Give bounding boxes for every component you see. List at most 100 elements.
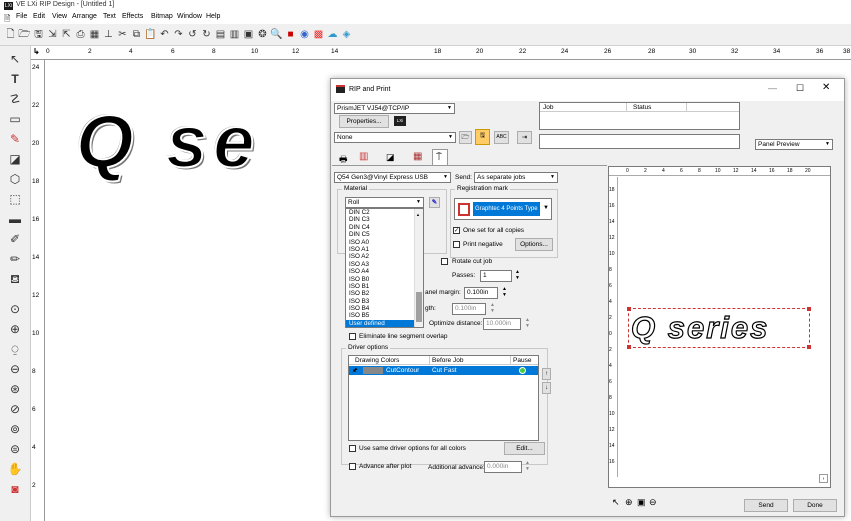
node-edit-icon[interactable]: ☡	[6, 90, 24, 108]
job-header[interactable]: Job	[543, 104, 553, 111]
rip-print-icon[interactable]: ◉	[298, 28, 311, 41]
passes-spin-icon[interactable]: ▲ ▼	[515, 269, 520, 281]
length-spin-icon[interactable]: ▲ ▼	[490, 302, 495, 314]
zoom-page-icon[interactable]: ⍜	[6, 340, 24, 358]
knife-icon[interactable]: ✎	[6, 130, 24, 148]
minimize-icon[interactable]: —	[768, 83, 777, 93]
status-header[interactable]: Status	[633, 104, 651, 111]
save-icon[interactable]: 🖫	[32, 28, 45, 41]
before-job-header[interactable]: Before Job	[432, 357, 463, 364]
pen-icon[interactable]: ✐	[6, 230, 24, 248]
menu-window[interactable]: Window	[177, 13, 202, 20]
material-option[interactable]: DIN C4	[346, 224, 423, 231]
ruler-tool-icon[interactable]: ▬	[6, 210, 24, 228]
export-icon[interactable]: ⇱	[60, 28, 73, 41]
menu-view[interactable]: View	[52, 13, 67, 20]
print-icon[interactable]: ⎙	[74, 28, 87, 41]
zoom-icon[interactable]: 🔍	[270, 28, 283, 41]
menu-bitmap[interactable]: Bitmap	[151, 13, 173, 20]
eliminate-checkbox[interactable]	[349, 333, 356, 340]
text-tool-icon[interactable]: T	[6, 70, 24, 88]
preview-job-box[interactable]: Q series	[627, 307, 811, 349]
properties-button[interactable]: Properties...	[339, 115, 389, 128]
redo2-icon[interactable]: ↻	[200, 28, 213, 41]
send-button[interactable]: Send	[744, 499, 788, 512]
copy-icon[interactable]: ⧉	[130, 28, 143, 41]
pointer-icon[interactable]: ↖	[612, 497, 620, 508]
rotate-cut-checkbox[interactable]	[441, 258, 448, 265]
maximize-icon[interactable]: ☐	[796, 83, 804, 94]
move-down-icon[interactable]: ↓	[542, 382, 551, 394]
done-button[interactable]: Done	[793, 499, 837, 512]
hand-icon[interactable]: ✋	[6, 460, 24, 478]
driver-colors-table[interactable]: Drawing Colors Before Job Pause 🖈 CutCon…	[348, 355, 539, 441]
open-setup-icon[interactable]: 🗁	[459, 131, 472, 144]
shape-icon[interactable]: ◪	[6, 150, 24, 168]
material-option[interactable]: DIN C3	[346, 216, 423, 223]
tab-color-icon[interactable]: ◪	[386, 152, 395, 163]
pencil-icon[interactable]: ✏	[6, 250, 24, 268]
zoom-out-icon[interactable]: ⊖	[6, 360, 24, 378]
scroll-thumb[interactable]	[416, 292, 422, 322]
material-select[interactable]: Roll ▼	[345, 197, 424, 208]
advance-checkbox[interactable]	[349, 463, 356, 470]
new-icon[interactable]: 🗋	[4, 28, 17, 41]
rectangle-icon[interactable]: ▭	[6, 110, 24, 128]
registration-select[interactable]: Graphtec 4 Points Type ▼	[454, 198, 552, 220]
menu-help[interactable]: Help	[206, 13, 220, 20]
material-option[interactable]: ISO B2	[346, 290, 423, 297]
menu-arrange[interactable]: Arrange	[72, 13, 97, 20]
color-tool-icon[interactable]: ◙	[6, 480, 24, 498]
optimize-input[interactable]: 10.000in	[483, 318, 521, 330]
spellcheck-icon[interactable]: ABC	[494, 131, 509, 144]
tab-rip-icon[interactable]: ▦	[413, 151, 422, 162]
color-palette-icon[interactable]: ■	[284, 28, 297, 41]
material-option[interactable]: ISO B1	[346, 283, 423, 290]
scissors-icon[interactable]: ✂	[116, 28, 129, 41]
import-icon[interactable]: ⇲	[46, 28, 59, 41]
preview-mode-select[interactable]: Panel Preview ▼	[755, 139, 833, 150]
material-dropdown-list[interactable]: DIN C2 DIN C3 DIN C4 DIN C5 ISO A0 ISO A…	[345, 208, 424, 328]
pause-header[interactable]: Pause	[513, 357, 531, 364]
material-option[interactable]: ISO B4	[346, 305, 423, 312]
material-edit-icon[interactable]: ✎	[429, 197, 440, 208]
material-option[interactable]: ISO A3	[346, 261, 423, 268]
export-setup-icon[interactable]: ⇥	[517, 131, 532, 144]
zoom-region-icon[interactable]: ⊙	[6, 300, 24, 318]
object-icon[interactable]: ▣	[242, 28, 255, 41]
eye-icon[interactable]: ◈	[340, 28, 353, 41]
frame-icon[interactable]: ⬚	[6, 190, 24, 208]
cloud-icon[interactable]: ☁	[326, 28, 339, 41]
passes-input[interactable]: 1	[480, 270, 512, 282]
drawing-colors-header[interactable]: Drawing Colors	[355, 357, 399, 364]
fit-preview-icon[interactable]: ▣	[637, 497, 646, 508]
optimize-spin-icon[interactable]: ▲ ▼	[525, 317, 530, 329]
options-button[interactable]: Options...	[515, 238, 553, 251]
material-option[interactable]: ISO A4	[346, 268, 423, 275]
lxi-badge-icon[interactable]: LXi	[394, 116, 406, 126]
cutter-select[interactable]: Q54 Gen3@Vinyl Express USB ▼	[334, 172, 451, 183]
panel-margin-spin-icon[interactable]: ▲ ▼	[502, 286, 507, 298]
print-negative-checkbox[interactable]	[453, 241, 460, 248]
close-icon[interactable]: ✕	[822, 82, 830, 93]
preview-scroll-icon[interactable]: ›	[819, 474, 828, 483]
cut-plot-icon[interactable]: ⊥	[102, 28, 115, 41]
driver-color-row[interactable]: 🖈 CutContour Cut Fast	[349, 366, 538, 375]
material-option[interactable]: ISO B5	[346, 312, 423, 319]
material-option[interactable]: DIN C5	[346, 231, 423, 238]
polygon-icon[interactable]: ⬡	[6, 170, 24, 188]
job-table[interactable]: Job Status	[539, 102, 740, 130]
dropdown-scrollbar[interactable]: ▲	[414, 209, 423, 327]
menu-file[interactable]: File	[16, 13, 27, 20]
select-icon[interactable]: ↖	[6, 50, 24, 68]
zoom-out-preview-icon[interactable]: ⊖	[649, 497, 657, 508]
undo2-icon[interactable]: ↺	[186, 28, 199, 41]
undo-icon[interactable]: ↶	[158, 28, 171, 41]
zoom-fit-icon[interactable]: ⊜	[6, 440, 24, 458]
menu-effects[interactable]: Effects	[122, 13, 143, 20]
canvas-text-object[interactable]: Q se	[75, 99, 260, 184]
menu-edit[interactable]: Edit	[33, 13, 45, 20]
move-up-icon[interactable]: ↑	[542, 368, 551, 380]
material-option-selected[interactable]: User defined	[346, 319, 423, 327]
qr-icon[interactable]: ▩	[312, 28, 325, 41]
